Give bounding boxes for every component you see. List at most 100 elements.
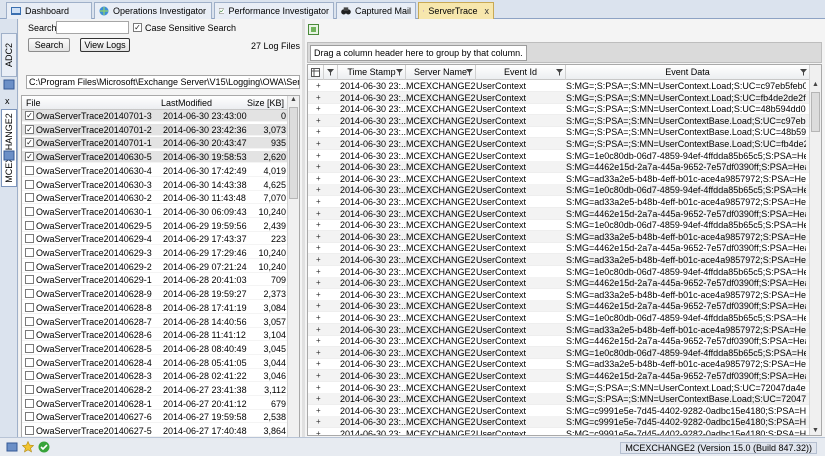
file-checkbox[interactable] [25,302,34,312]
file-checkbox[interactable] [25,193,34,203]
expand-row-icon[interactable]: + [316,116,326,125]
side-tab-mcexchange2[interactable]: MCEXCHANGE2 [1,109,17,187]
view-logs-button[interactable]: View Logs [80,38,130,52]
file-checkbox[interactable] [25,426,34,436]
table-row[interactable]: +2014-06-30 23:... MCEXCHANGE2 UserContext… [308,358,821,371]
close-tab-icon[interactable]: x [485,6,490,16]
table-row[interactable]: OwaServerTrace20140629-3 2014-06-29 17:29… [22,247,288,259]
expand-row-icon[interactable]: + [316,127,326,136]
table-row[interactable]: +2014-06-30 23:... MCEXCHANGE2 UserContext… [308,196,821,208]
table-row[interactable]: OwaServerTrace20140627-6 2014-06-27 19:59… [22,411,288,424]
table-row[interactable]: +2014-06-30 23:... MCEXCHANGE2 UserContext… [308,207,821,220]
table-row[interactable]: +2014-06-30 23:... MCEXCHANGE2 UserContext… [308,370,821,382]
expand-row-icon[interactable]: + [316,371,326,380]
expand-row-icon[interactable]: + [316,417,326,426]
scroll-down-icon[interactable]: ▼ [812,427,819,434]
table-row[interactable]: +2014-06-30 23:... MCEXCHANGE2 UserContext… [308,335,821,348]
expand-row-icon[interactable]: + [316,278,326,287]
table-row[interactable]: +2014-06-30 23:... MCEXCHANGE2 UserContext… [308,300,821,313]
table-row[interactable]: +2014-06-30 23:... MCEXCHANGE2 UserContext… [308,126,821,139]
expand-row-icon[interactable]: + [316,104,326,113]
expand-row-icon[interactable]: + [316,220,326,229]
check-circle-icon[interactable] [38,441,50,453]
file-checkbox[interactable] [25,275,34,285]
table-row[interactable]: OwaServerTrace20140628-7 2014-06-28 14:40… [22,316,288,328]
table-row[interactable]: ✓ OwaServerTrace20140701-2 2014-06-30 23:4… [22,123,288,136]
expand-row-icon[interactable]: + [316,336,326,345]
expand-row-icon[interactable]: + [316,383,326,392]
expand-row-icon[interactable]: + [316,267,326,276]
file-checkbox[interactable]: ✓ [25,152,34,162]
column-lastmodified[interactable]: LastModified [161,98,212,108]
expand-row-icon[interactable]: + [316,290,326,299]
expand-row-icon[interactable]: + [316,81,326,90]
scroll-thumb[interactable] [811,92,820,132]
export-icon[interactable] [308,24,319,35]
expand-row-icon[interactable]: + [316,151,326,160]
file-checkbox[interactable] [25,412,34,422]
filter-row-toggle[interactable] [324,65,338,80]
table-row[interactable]: +2014-06-30 23:... MCEXCHANGE2 UserContext… [308,91,821,104]
table-row[interactable]: +2014-06-30 23:... MCEXCHANGE2 UserContext… [308,254,821,266]
table-row[interactable]: OwaServerTrace20140628-6 2014-06-28 11:41… [22,329,288,342]
filter-icon[interactable] [800,69,807,76]
expand-row-icon[interactable]: + [316,185,326,194]
expand-row-icon[interactable]: + [316,394,326,403]
file-checkbox[interactable] [25,357,34,367]
scroll-thumb[interactable] [289,107,298,199]
expand-row-icon[interactable]: + [316,255,326,264]
table-row[interactable]: +2014-06-30 23:... MCEXCHANGE2 UserContext… [308,219,821,232]
search-button[interactable]: Search [28,38,70,52]
file-checkbox[interactable]: ✓ [25,138,34,148]
file-list-scrollbar[interactable]: ▲ ▼ [287,96,299,449]
table-row[interactable]: +2014-06-30 23:... MCEXCHANGE2 UserContext… [308,346,821,359]
table-row[interactable]: OwaServerTrace20140629-5 2014-06-29 19:59… [22,220,288,232]
column-file[interactable]: File [26,98,41,108]
table-row[interactable]: +2014-06-30 23:... MCEXCHANGE2 UserContext… [308,230,821,243]
trace-scrollbar[interactable]: ▲ ▼ [809,65,821,435]
column-time-stamp[interactable]: Time Stamp [338,65,406,80]
column-server-name[interactable]: Server Name [406,65,476,80]
table-row[interactable]: OwaServerTrace20140629-4 2014-06-29 17:43… [22,233,288,246]
expand-row-icon[interactable]: + [316,197,326,206]
expand-row-icon[interactable]: + [316,348,326,357]
filter-icon[interactable] [466,69,473,76]
table-row[interactable]: OwaServerTrace20140628-3 2014-06-28 02:41… [22,370,288,383]
tab-dashboard[interactable]: Dashboard [6,2,92,19]
tab-servertrace[interactable]: ServerTrace x [418,2,494,19]
expand-row-icon[interactable]: + [316,232,326,241]
table-row[interactable]: ✓ OwaServerTrace20140701-3 2014-06-30 23:4… [22,110,288,122]
file-checkbox[interactable] [25,398,34,408]
column-size[interactable]: Size [KB] [247,98,284,108]
table-row[interactable]: +2014-06-30 23:... MCEXCHANGE2 UserContext… [308,416,821,429]
table-row[interactable]: OwaServerTrace20140628-1 2014-06-27 20:41… [22,398,288,410]
table-row[interactable]: +2014-06-30 23:... MCEXCHANGE2 UserContext… [308,173,821,185]
table-row[interactable]: +2014-06-30 23:... MCEXCHANGE2 UserContext… [308,323,821,336]
table-row[interactable]: OwaServerTrace20140628-8 2014-06-28 17:41… [22,302,288,314]
column-event-id[interactable]: Event Id [476,65,566,80]
expand-row-icon[interactable]: + [316,429,326,435]
table-row[interactable]: ✓ OwaServerTrace20140630-5 2014-06-30 19:5… [22,151,288,164]
side-tab-adc2[interactable]: ADC2 [1,33,17,77]
filter-icon[interactable] [556,69,563,76]
table-row[interactable]: +2014-06-30 23:... MCEXCHANGE2 UserContext… [308,393,821,406]
expand-row-icon[interactable]: + [316,325,326,334]
table-row[interactable]: +2014-06-30 23:... MCEXCHANGE2 UserContext… [308,161,821,174]
table-row[interactable]: OwaServerTrace20140629-1 2014-06-28 20:41… [22,274,288,287]
expand-row-icon[interactable]: + [316,359,326,368]
table-row[interactable]: +2014-06-30 23:... MCEXCHANGE2 UserContext… [308,80,821,92]
file-checkbox[interactable] [25,206,34,216]
expand-row-icon[interactable]: + [316,313,326,322]
table-row[interactable]: OwaServerTrace20140627-5 2014-06-27 17:40… [22,425,288,438]
table-row[interactable]: +2014-06-30 23:... MCEXCHANGE2 UserContext… [308,289,821,301]
table-row[interactable]: +2014-06-30 23:... MCEXCHANGE2 UserContext… [308,405,821,417]
table-row[interactable]: +2014-06-30 23:... MCEXCHANGE2 UserContext… [308,103,821,116]
expand-row-icon[interactable]: + [316,139,326,148]
scroll-up-icon[interactable]: ▲ [290,96,297,103]
file-checkbox[interactable] [25,179,34,189]
table-row[interactable]: +2014-06-30 23:... MCEXCHANGE2 UserContext… [308,266,821,278]
file-checkbox[interactable] [25,220,34,230]
case-sensitive-checkbox[interactable]: ✓ [133,23,142,32]
column-event-data[interactable]: Event Data [566,65,809,80]
file-checkbox[interactable] [25,248,34,257]
